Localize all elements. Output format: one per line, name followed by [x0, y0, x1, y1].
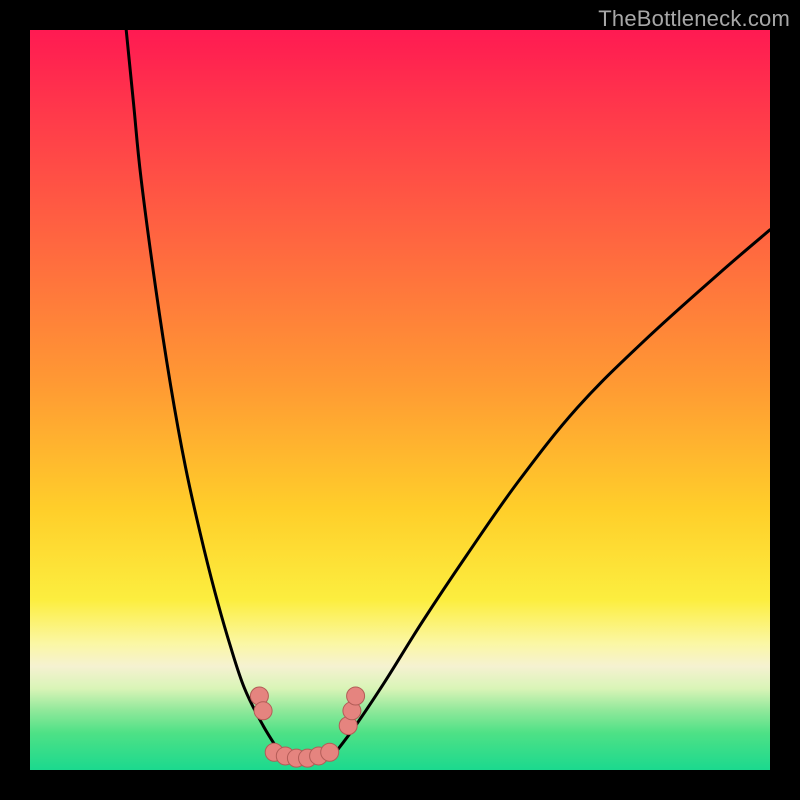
watermark-text: TheBottleneck.com	[598, 6, 790, 32]
marker-group	[250, 687, 364, 767]
curve-right-curve	[333, 230, 770, 755]
curve-group	[126, 30, 770, 763]
chart-frame: TheBottleneck.com	[0, 0, 800, 800]
curves-svg	[30, 30, 770, 770]
plot-area	[30, 30, 770, 770]
curve-left-curve	[126, 30, 281, 755]
left-marker-2	[254, 702, 272, 720]
bottom-marker-6	[321, 743, 339, 761]
right-marker-3	[347, 687, 365, 705]
